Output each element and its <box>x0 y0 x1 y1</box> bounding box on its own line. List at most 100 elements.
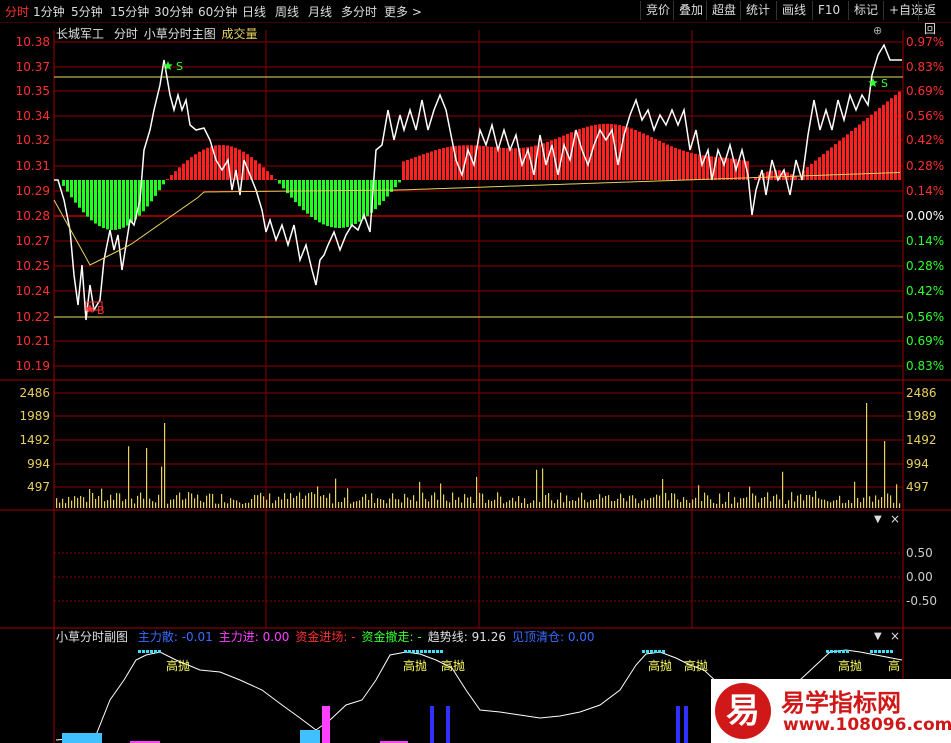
volume-bar <box>380 499 382 508</box>
volume-bar <box>332 503 334 508</box>
toolbar-button-1[interactable]: 叠加 <box>673 1 708 20</box>
volume-bar <box>89 489 91 508</box>
volume-bar <box>767 492 769 508</box>
volume-bar <box>62 498 64 508</box>
legend-item-5: 见顶清仓: 0.00 <box>511 630 595 644</box>
macd-bar <box>206 147 209 180</box>
volume-bar <box>317 486 319 508</box>
percent-tick-label: 0.14% <box>906 184 944 198</box>
settings-icon[interactable]: ⊕ <box>873 24 882 37</box>
peak-dot <box>826 650 829 653</box>
volume-bar <box>533 500 535 508</box>
buy-marker-label: B <box>97 304 105 317</box>
period-tab-9[interactable]: 多分时 <box>341 3 377 20</box>
volume-bar <box>185 498 187 508</box>
volume-bar <box>521 502 523 508</box>
macd-bar <box>190 157 193 180</box>
toolbar-button-5[interactable]: F10 <box>812 1 845 20</box>
macd-bar <box>690 152 693 180</box>
macd-bar <box>122 180 125 228</box>
macd-bar <box>874 111 877 180</box>
period-tab-8[interactable]: 月线 <box>308 3 332 20</box>
macd-bar <box>602 123 605 180</box>
volume-bar <box>173 499 175 508</box>
macd-bar <box>78 180 81 208</box>
macd-bar <box>882 104 885 180</box>
volume-bar <box>416 501 418 508</box>
macd-bar <box>854 127 857 180</box>
sub-dropdown-icon[interactable]: ▼ <box>874 631 882 642</box>
volume-bar <box>203 502 205 508</box>
toolbar-button-8[interactable]: 返回 <box>918 1 951 36</box>
toolbar-button-0[interactable]: 竞价 <box>640 1 675 20</box>
macd-bar <box>422 154 425 180</box>
volume-bar <box>716 503 718 508</box>
volume-bar <box>422 492 424 508</box>
macd-bar <box>202 149 205 180</box>
macd-bar <box>154 180 157 196</box>
volume-bar <box>674 493 676 508</box>
peak-dot <box>886 650 889 653</box>
volume-bar <box>401 502 403 508</box>
volume-bar <box>884 441 886 508</box>
volume-bar <box>620 493 622 508</box>
period-tab-6[interactable]: 日线 <box>242 3 266 20</box>
toolbar-button-3[interactable]: 统计 <box>740 1 775 20</box>
volume-bar <box>824 499 826 508</box>
peak-dot <box>428 650 431 653</box>
macd-bar <box>210 146 213 180</box>
volume-bar <box>476 476 478 508</box>
volume-bar <box>809 495 811 508</box>
period-tab-5[interactable]: 60分钟 <box>198 3 237 20</box>
volume-bar <box>893 502 895 508</box>
volume-bar <box>80 495 82 508</box>
volume-bar <box>806 494 808 508</box>
macd-bar <box>510 148 513 180</box>
volume-bar <box>434 492 436 508</box>
volume-bar <box>623 498 625 508</box>
macd-bar <box>146 180 149 207</box>
toolbar-button-6[interactable]: 标记 <box>848 1 883 20</box>
volume-bar <box>698 485 700 508</box>
period-tab-3[interactable]: 15分钟 <box>110 3 149 20</box>
volume-bar <box>443 494 445 508</box>
sub-close-icon[interactable]: × <box>890 629 900 643</box>
volume-bar <box>752 493 754 508</box>
mid-tick-label: 0.00 <box>906 570 933 584</box>
period-tab-4[interactable]: 30分钟 <box>154 3 193 20</box>
panel-dropdown-icon[interactable]: ▼ <box>874 514 882 525</box>
macd-bar <box>394 180 397 188</box>
panel-close-icon[interactable]: × <box>890 512 900 526</box>
macd-bar <box>662 142 665 180</box>
volume-bar <box>602 497 604 508</box>
volume-bar <box>299 492 301 508</box>
macd-bar <box>666 144 669 180</box>
period-tab-7[interactable]: 周线 <box>275 3 299 20</box>
period-tab-2[interactable]: 5分钟 <box>71 3 103 20</box>
peak-dot <box>838 650 841 653</box>
volume-bar <box>134 503 136 508</box>
volume-bar <box>554 503 556 508</box>
period-tab-10[interactable]: 更多 > <box>384 3 422 20</box>
period-tab-0[interactable]: 分时 <box>5 3 29 20</box>
price-tick-label: 10.24 <box>16 284 50 298</box>
macd-bar <box>174 171 177 180</box>
volume-bar <box>263 496 265 508</box>
volume-bar <box>158 494 160 508</box>
percent-tick-label: 0.42% <box>906 284 944 298</box>
macd-bar <box>686 151 689 180</box>
volume-bar <box>431 495 433 508</box>
volume-bar <box>572 500 574 508</box>
toolbar-button-2[interactable]: 超盘 <box>706 1 741 20</box>
volume-bar <box>413 495 415 508</box>
volume-bar <box>851 503 853 508</box>
volume-bar <box>326 497 328 508</box>
volume-bar <box>194 498 196 508</box>
volume-tick-label: 2486 <box>19 386 50 400</box>
volume-bar <box>530 502 532 508</box>
signal-bar <box>322 706 330 743</box>
volume-bar <box>272 503 274 508</box>
period-tab-1[interactable]: 1分钟 <box>33 3 65 20</box>
toolbar-button-4[interactable]: 画线 <box>776 1 811 20</box>
macd-bar <box>818 157 821 180</box>
